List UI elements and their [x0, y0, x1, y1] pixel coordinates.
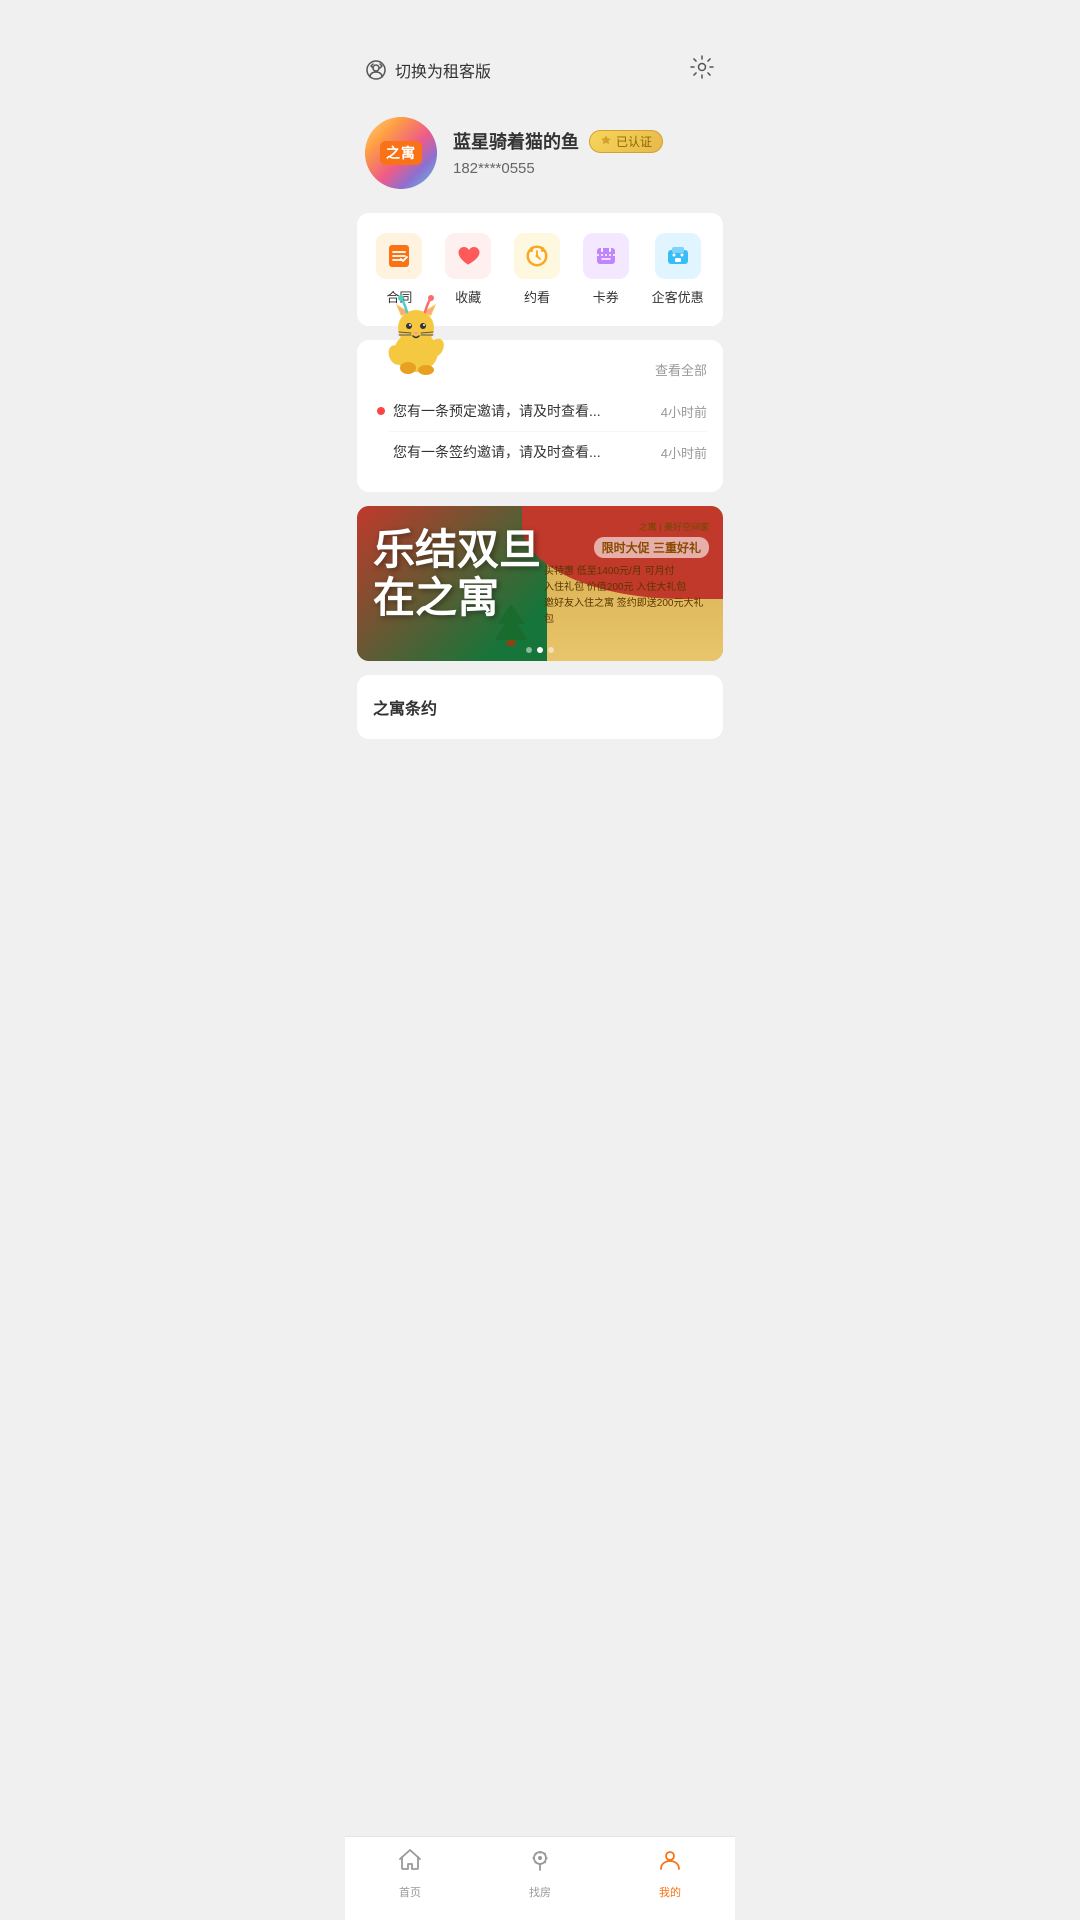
profile-info: 蓝星骑着猫的鱼 已认证 182****0555	[453, 128, 715, 178]
switch-icon	[365, 59, 387, 81]
nav-mine[interactable]: 我的	[605, 1847, 735, 1900]
view-all-label: 查看全部	[655, 363, 707, 378]
banner-line1: 乐结双旦	[373, 526, 541, 574]
banner-dot-1	[537, 647, 543, 653]
banner-dots	[526, 647, 554, 653]
nav-mine-label: 我的	[659, 1884, 681, 1900]
notification-text-0: 您有一条预定邀请，请及时查看...	[389, 401, 601, 421]
appointment-icon	[514, 233, 560, 279]
notification-item-0[interactable]: 您有一条预定邀请，请及时查看... 4小时前	[389, 391, 707, 432]
avatar[interactable]: 之寓	[365, 117, 437, 189]
contract-icon	[376, 233, 422, 279]
enterprise-label: 企客优惠	[652, 287, 704, 306]
switch-label: 切换为租客版	[395, 58, 491, 82]
clause-card[interactable]: 之寓条约	[357, 675, 723, 739]
banner-brand: 之寓 | 美好空间家	[544, 520, 709, 533]
avatar-text: 之寓	[380, 141, 422, 165]
unread-dot	[377, 407, 385, 415]
appointment-label: 约看	[524, 287, 550, 306]
banner-promo-2: 邀好友入住之寓 签约即送200元大礼包	[544, 596, 709, 628]
banner-promo-title: 限时大促 三重好礼	[594, 537, 709, 558]
action-coupon[interactable]: 卡券	[583, 233, 629, 306]
profile-phone: 182****0555	[453, 160, 535, 177]
collect-icon	[445, 233, 491, 279]
switch-tenant-button[interactable]: 切换为租客版	[365, 58, 491, 82]
enterprise-icon	[655, 233, 701, 279]
banner-card[interactable]: 乐结双旦 在之寓 之寓 | 美好空间家 限时大促 三重好礼 买特惠 低至1400…	[357, 506, 723, 661]
mascot-icon	[371, 290, 461, 380]
coupon-label: 卡券	[593, 287, 619, 306]
nav-home[interactable]: 首页	[345, 1847, 475, 1900]
banner-promo-items: 买特惠 低至1400元/月 可月付 入住礼包 价值200元 入住大礼包 邀好友入…	[544, 564, 709, 628]
nav-home-label: 首页	[399, 1884, 421, 1900]
profile-name: 蓝星骑着猫的鱼	[453, 128, 579, 154]
notification-item-1[interactable]: 您有一条签约邀请，请及时查看... 4小时前	[389, 432, 707, 472]
settings-button[interactable]	[689, 54, 715, 85]
action-enterprise[interactable]: 企客优惠	[652, 233, 704, 306]
banner-promo-0: 买特惠 低至1400元/月 可月付	[544, 564, 709, 580]
notification-time-1: 4小时前	[661, 443, 707, 462]
notification-wrapper: 查看全部 您有一条预定邀请，请及时查看... 4小时前 您有一条签约邀请，请及时…	[345, 340, 735, 492]
notification-text-1: 您有一条签约邀请，请及时查看...	[389, 442, 601, 462]
tree-decoration	[493, 602, 529, 651]
verified-text: 已认证	[616, 133, 652, 150]
action-appointment[interactable]: 约看	[514, 233, 560, 306]
nav-find[interactable]: 找房	[475, 1847, 605, 1900]
banner-promo-1: 入住礼包 价值200元 入住大礼包	[544, 580, 709, 596]
banner-inner: 乐结双旦 在之寓 之寓 | 美好空间家 限时大促 三重好礼 买特惠 低至1400…	[357, 506, 723, 661]
nav-find-label: 找房	[529, 1884, 551, 1900]
mascot-area	[371, 290, 461, 380]
profile-section: 之寓 蓝星骑着猫的鱼 已认证 182****0555	[345, 101, 735, 213]
home-icon	[397, 1847, 423, 1880]
banner-promo: 之寓 | 美好空间家 限时大促 三重好礼 买特惠 低至1400元/月 可月付 入…	[544, 520, 709, 628]
profile-name-row: 蓝星骑着猫的鱼 已认证	[453, 128, 715, 154]
mine-icon	[657, 1847, 683, 1880]
notification-time-0: 4小时前	[661, 402, 707, 421]
verified-badge: 已认证	[589, 130, 663, 153]
top-bar: 切换为租客版	[345, 0, 735, 101]
banner-dot-2	[548, 647, 554, 653]
find-icon	[527, 1847, 553, 1880]
clause-title: 之寓条约	[373, 701, 437, 718]
bottom-nav: 首页 找房 我的	[345, 1836, 735, 1920]
coupon-icon	[583, 233, 629, 279]
banner-dot-0	[526, 647, 532, 653]
